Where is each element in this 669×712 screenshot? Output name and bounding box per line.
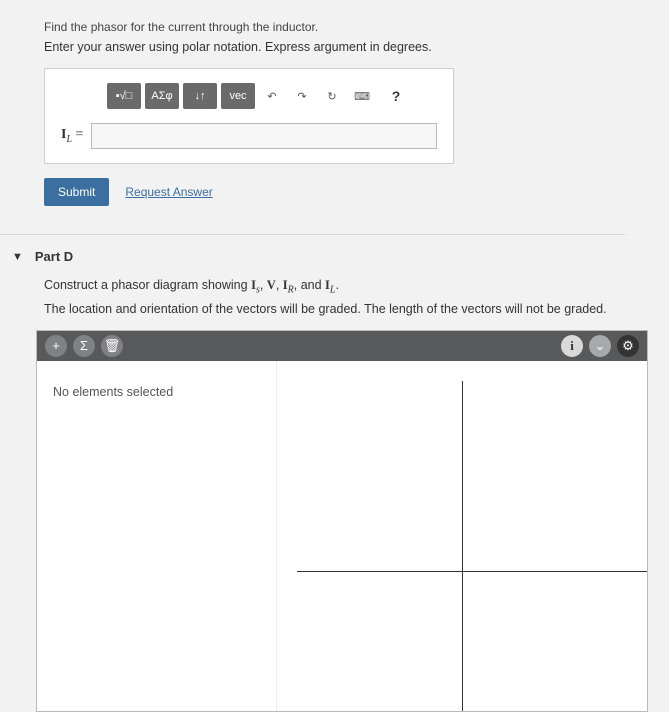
part-d-instruction-1: Construct a phasor diagram showing Is, V… — [44, 278, 669, 296]
instruction-line-1: Find the phasor for the current through … — [44, 20, 669, 34]
submit-row: Submit Request Answer — [44, 178, 669, 206]
redo-button[interactable]: ↷ — [289, 83, 315, 109]
greek-button[interactable]: ΑΣφ — [145, 83, 179, 109]
answer-box: ▪√□ ΑΣφ ↓↑ vec ↶ ↷ ↻ ⌨ ? IL = — [44, 68, 454, 164]
instruction-line-2: Enter your answer using polar notation. … — [44, 40, 669, 54]
equation-toolbar: ▪√□ ΑΣφ ↓↑ vec ↶ ↷ ↻ ⌨ ? — [107, 83, 437, 109]
add-vector-button[interactable]: + — [45, 335, 67, 357]
collapse-caret-icon[interactable]: ▼ — [12, 251, 23, 263]
horizontal-axis — [297, 571, 647, 572]
info-button[interactable]: i — [561, 335, 583, 357]
equation-row: IL = — [61, 123, 437, 149]
template-button[interactable]: ▪√□ — [107, 83, 141, 109]
vec-button[interactable]: vec — [221, 83, 255, 109]
part-title: Part D — [35, 249, 73, 264]
properties-panel: No elements selected — [37, 361, 277, 711]
request-answer-link[interactable]: Request Answer — [125, 185, 212, 199]
diagram-canvas[interactable] — [277, 361, 647, 711]
delete-button[interactable]: 🗑 — [101, 335, 123, 357]
settings-button[interactable]: ⚙ — [617, 335, 639, 357]
phasor-diagram-box: + Σ 🗑 i ⌄ ⚙ No elements selected — [36, 330, 648, 712]
undo-button[interactable]: ↶ — [259, 83, 285, 109]
part-d-header[interactable]: ▼ Part D — [12, 235, 669, 278]
diagram-toolbar: + Σ 🗑 i ⌄ ⚙ — [37, 331, 647, 361]
diagram-body: No elements selected — [37, 361, 647, 711]
vertical-axis — [462, 381, 463, 711]
sum-button[interactable]: Σ — [73, 335, 95, 357]
equation-label: IL = — [61, 127, 83, 145]
help-button[interactable]: ? — [379, 83, 413, 109]
submit-button[interactable]: Submit — [44, 178, 109, 206]
reset-button[interactable]: ↻ — [319, 83, 345, 109]
answer-input[interactable] — [91, 123, 437, 149]
keyboard-button[interactable]: ⌨ — [349, 83, 375, 109]
expand-button[interactable]: ⌄ — [589, 335, 611, 357]
part-d-instruction-2: The location and orientation of the vect… — [44, 302, 669, 316]
subscript-button[interactable]: ↓↑ — [183, 83, 217, 109]
